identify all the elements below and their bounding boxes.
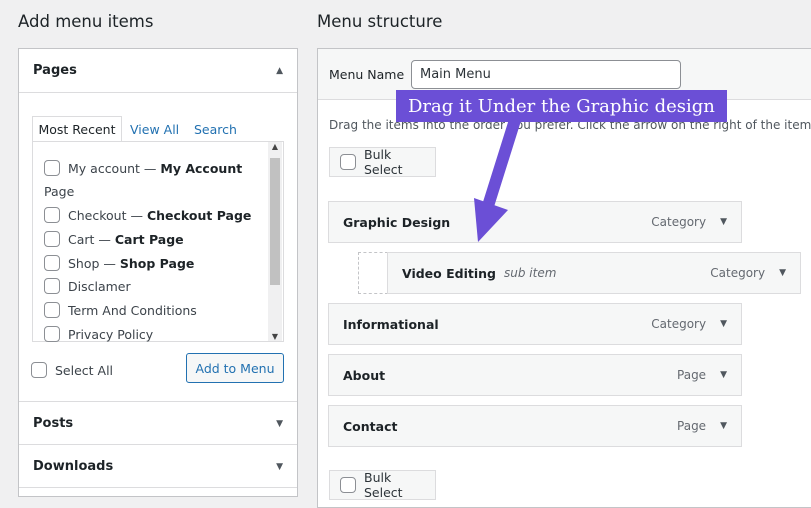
bulk-select-label: Bulk Select — [364, 470, 403, 500]
add-menu-items-title: Add menu items — [18, 12, 154, 31]
add-to-menu-button[interactable]: Add to Menu — [186, 353, 284, 383]
page-title: Term And Conditions — [68, 302, 197, 318]
menu-structure-title: Menu structure — [317, 12, 443, 31]
tab-most-recent[interactable]: Most Recent — [32, 116, 122, 142]
tab-view-all[interactable]: View All — [130, 122, 179, 137]
checkbox[interactable] — [44, 255, 60, 271]
bulk-select-label: Bulk Select — [364, 147, 403, 177]
menu-item-about[interactable]: About Page ▼ — [328, 354, 742, 396]
scrollbar-thumb[interactable] — [270, 158, 280, 285]
select-all[interactable]: Select All — [31, 362, 113, 378]
list-item[interactable]: Cart — Cart Page — [44, 231, 184, 247]
menu-name-label: Menu Name — [329, 67, 405, 82]
page-title: Shop — Shop Page — [68, 255, 195, 271]
select-all-label: Select All — [55, 362, 114, 378]
list-item[interactable]: Checkout — Checkout Page — [44, 207, 251, 223]
drop-placeholder — [358, 252, 388, 294]
pages-section-header[interactable]: Pages ▲ — [19, 49, 297, 93]
menu-item-label: About — [343, 367, 386, 383]
page-title: Privacy Policy — [68, 326, 154, 342]
menu-item-type: Category — [651, 215, 707, 229]
expand-arrow-icon[interactable]: ▼ — [720, 421, 727, 431]
page-title: Checkout — Checkout Page — [68, 207, 252, 223]
menu-item-type: Category — [651, 317, 707, 331]
menu-item-label: Video Editing — [402, 265, 496, 281]
downloads-section-header[interactable]: Downloads ▼ — [19, 444, 297, 488]
list-item[interactable]: My account — My Account — [44, 160, 242, 176]
list-item[interactable]: Disclamer — [44, 278, 131, 294]
menu-item-type: Page — [677, 419, 707, 433]
tab-search[interactable]: Search — [194, 122, 237, 137]
list-item[interactable]: Shop — Shop Page — [44, 255, 194, 271]
page-title: Disclamer — [68, 278, 131, 294]
sub-item-label: sub item — [503, 266, 557, 280]
menu-item-label: Informational — [343, 316, 439, 332]
section-divider — [19, 487, 297, 488]
checkbox[interactable] — [44, 278, 60, 294]
checkbox[interactable] — [44, 326, 60, 342]
annotation-callout: Drag it Under the Graphic design — [396, 90, 727, 122]
menu-item-video-editing[interactable]: Video Editing sub item Category ▼ — [387, 252, 801, 294]
expand-arrow-icon[interactable]: ▼ — [720, 217, 727, 227]
menu-item-type: Page — [677, 368, 707, 382]
bulk-select-bottom[interactable]: Bulk Select — [329, 470, 436, 500]
pages-section-label: Pages — [33, 63, 77, 78]
menu-item-type: Category — [710, 266, 766, 280]
annotation-arrow-icon — [474, 118, 521, 242]
expand-arrow-icon[interactable]: ▼ — [779, 268, 786, 278]
collapse-arrow-icon[interactable]: ▲ — [276, 66, 283, 76]
posts-section-header[interactable]: Posts ▼ — [19, 401, 297, 445]
bulk-select-checkbox[interactable] — [340, 477, 356, 493]
checkbox[interactable] — [44, 302, 60, 318]
checkbox[interactable] — [44, 231, 60, 247]
menu-item-contact[interactable]: Contact Page ▼ — [328, 405, 742, 447]
menu-item-graphic-design[interactable]: Graphic Design Category ▼ — [328, 201, 742, 243]
list-item[interactable]: Term And Conditions — [44, 302, 197, 318]
menu-item-informational[interactable]: Informational Category ▼ — [328, 303, 742, 345]
posts-section-label: Posts — [33, 416, 74, 431]
menu-name-input[interactable] — [411, 60, 681, 89]
expand-arrow-icon[interactable]: ▼ — [276, 419, 283, 429]
menu-item-label: Graphic Design — [343, 214, 451, 230]
page-title: Cart — Cart Page — [68, 231, 184, 247]
expand-arrow-icon[interactable]: ▼ — [276, 462, 283, 472]
page-title: My account — My Account — [68, 160, 243, 176]
checkbox[interactable] — [44, 160, 60, 176]
expand-arrow-icon[interactable]: ▼ — [720, 370, 727, 380]
scroll-up-icon[interactable]: ▲ — [269, 142, 281, 151]
expand-arrow-icon[interactable]: ▼ — [720, 319, 727, 329]
checkbox[interactable] — [44, 207, 60, 223]
bulk-select-top[interactable]: Bulk Select — [329, 147, 436, 177]
list-item[interactable]: Privacy Policy — [44, 326, 153, 342]
menu-item-label: Contact — [343, 418, 398, 434]
scroll-down-icon[interactable]: ▼ — [269, 332, 281, 341]
pages-list-scrollbar[interactable]: ▲ ▼ — [268, 142, 282, 341]
select-all-checkbox[interactable] — [31, 362, 47, 378]
bulk-select-checkbox[interactable] — [340, 154, 356, 170]
page-title-continuation: Page — [44, 184, 75, 199]
downloads-section-label: Downloads — [33, 459, 114, 474]
